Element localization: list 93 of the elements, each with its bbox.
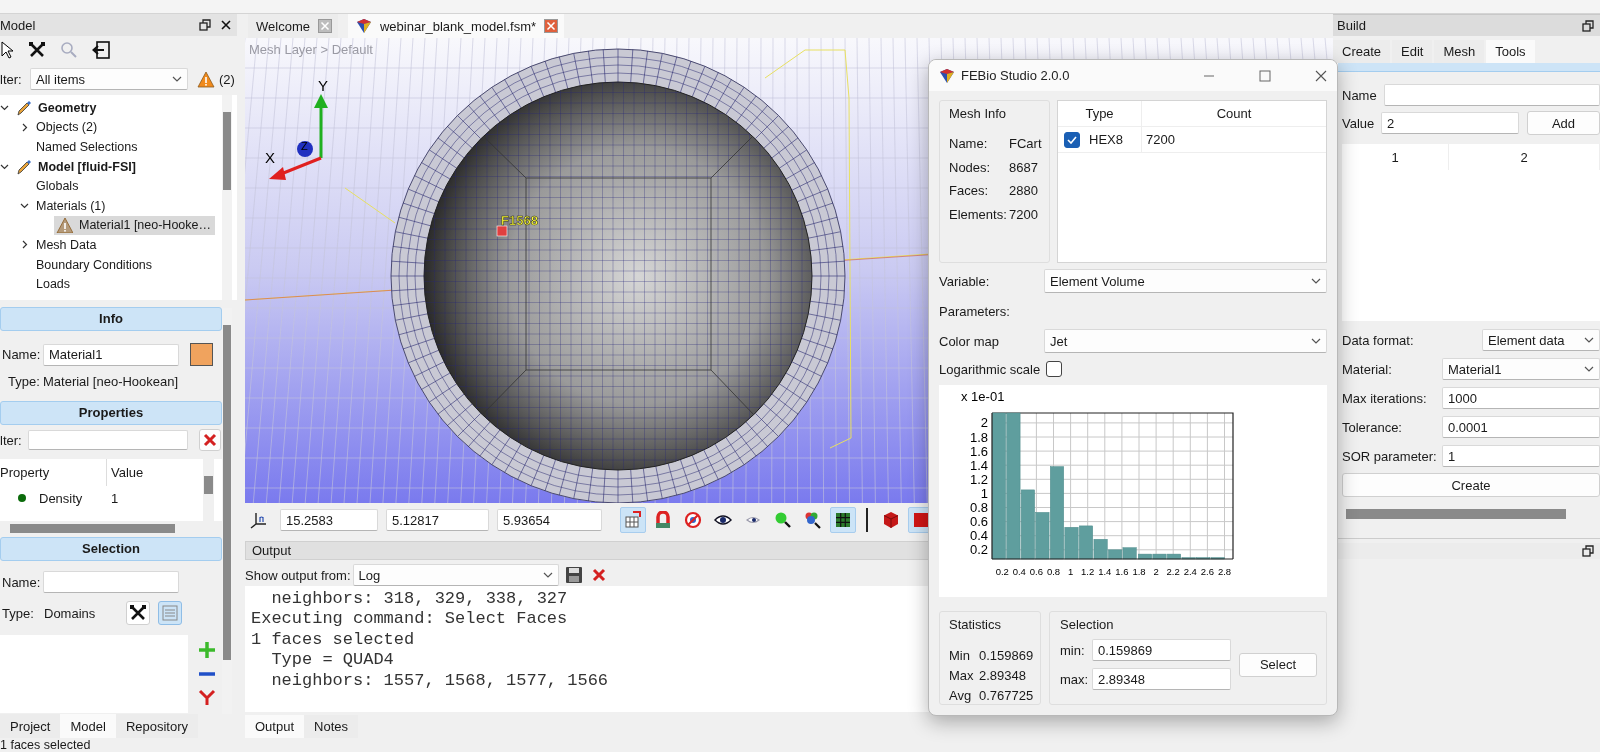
field-label: Color map [939,333,1000,349]
window-title: FEBio Studio 2.0.0 [961,68,1071,83]
tick-label: 0.6 [969,514,988,530]
field-label: min: [1060,642,1086,658]
tick-label: 0.2 [969,542,988,558]
log-line: Type = QUAD4 [270,650,394,671]
tick-label: 0.4 [1012,566,1026,577]
tick-label: 0.8 [969,500,988,515]
field-value: 2.89348 [979,667,1026,683]
field-label: Max iterations: [1342,390,1428,406]
field-label: Name: [949,136,989,152]
group-title: Selection [1060,617,1115,634]
field-label: Type: [7,373,41,389]
tick-label: 0.4 [969,528,988,544]
section-header: Info [0,307,222,331]
field-label: Avg [949,687,973,703]
field-label: Faces: [949,183,989,199]
group-title: Statistics [949,617,1002,634]
tick-label: 2 [1153,566,1159,577]
column-header: Count [1215,105,1253,123]
column-header: Value [110,465,144,480]
tick-label: 1 [1067,566,1074,577]
field-label: Logarithmic scale [939,361,1041,377]
log-line: neighbors: 318, 329, 338, 327 [270,589,568,610]
log-line: Executing command: Select Faces [251,609,568,630]
face-label: F1568 [501,213,538,228]
warning-count: (2) [219,71,235,87]
field-label: Nodes: [949,159,992,175]
field-label: max: [1060,671,1090,687]
group-title: Mesh Info [949,106,1008,123]
type-value: Domains [44,605,97,621]
axis-label: Y [318,77,328,94]
table-cell-text: Density [39,490,84,506]
tick-label: 1.6 [969,443,988,459]
tick-label: 2.8 [1217,566,1232,577]
tick-label: 1.8 [969,429,988,445]
filter-label: lter: [0,432,23,448]
tick-label: 2.2 [1166,566,1180,577]
field-label: Variable: [939,273,991,289]
log-line: 1 faces selected [251,629,415,651]
table-cell-text: 1 [110,490,119,506]
field-label: Type: [1,605,35,621]
field-value: 2880 [1009,183,1038,199]
breadcrumb-text: Mesh Layer > Default [249,42,373,57]
field-value: 7200 [1009,206,1038,222]
table-cell-text: 7200 [1145,132,1175,147]
field-label: Name [1342,87,1378,103]
tick-label: 0.2 [995,566,1009,577]
field-label: Parameters: [939,303,1010,319]
panel-title: Model [0,17,37,33]
field-label: SOR parameter: [1342,448,1438,464]
field-label: Elements: [949,206,1008,222]
field-label: Max [949,667,975,683]
tick-label: 1.2 [1081,566,1095,577]
tick-label: 2 [980,415,988,431]
field-label: Data format: [1342,332,1415,348]
field-label: Min [949,647,971,663]
field-label: Name: [1,347,42,362]
field-value: 0.767725 [979,687,1034,703]
status-text: 1 faces selected [0,738,92,752]
field-label: Material: [1342,361,1393,377]
tick-label: 1.4 [969,457,988,473]
tick-label: 1.4 [1098,566,1112,577]
tick-label: 1.2 [969,471,988,487]
field-label: Show output from: [245,567,351,583]
field-label: Name: [1,574,42,590]
section-header: Selection [0,537,222,561]
column-header: Property [0,459,107,486]
column-header: 2 [1449,144,1600,170]
tick-label: 0.8 [1046,566,1061,577]
tick-label: 1.8 [1132,566,1146,577]
tick-label: 0.6 [1029,566,1043,577]
tick-label: 2.4 [1183,566,1197,577]
axis-label: Z [301,140,308,152]
column-header: 1 [1342,144,1449,170]
log-line: neighbors: 1557, 1568, 1577, 1566 [270,670,609,692]
field-value: 0.159869 [979,647,1034,663]
table-cell: HEX8 [1089,132,1123,147]
filter-label: lter: [0,71,23,87]
scale-label: x 1e-01 [961,389,1005,404]
tick-label: 1 [980,485,988,501]
field-value: 8687 [1009,159,1038,175]
field-value: FCart [1009,136,1042,152]
type-value: Material [neo-Hookean] [43,373,179,389]
axis-label: X [265,149,275,166]
tick-label: 2.6 [1200,566,1214,577]
tick-label: 1.6 [1115,566,1129,577]
section-header: Properties [0,401,222,425]
field-label: Tolerance: [1342,419,1403,435]
field-label: Value [1342,115,1376,131]
panel-title: Output [252,543,292,558]
column-header: Type [1058,101,1142,126]
panel-title: Build [1337,18,1366,33]
